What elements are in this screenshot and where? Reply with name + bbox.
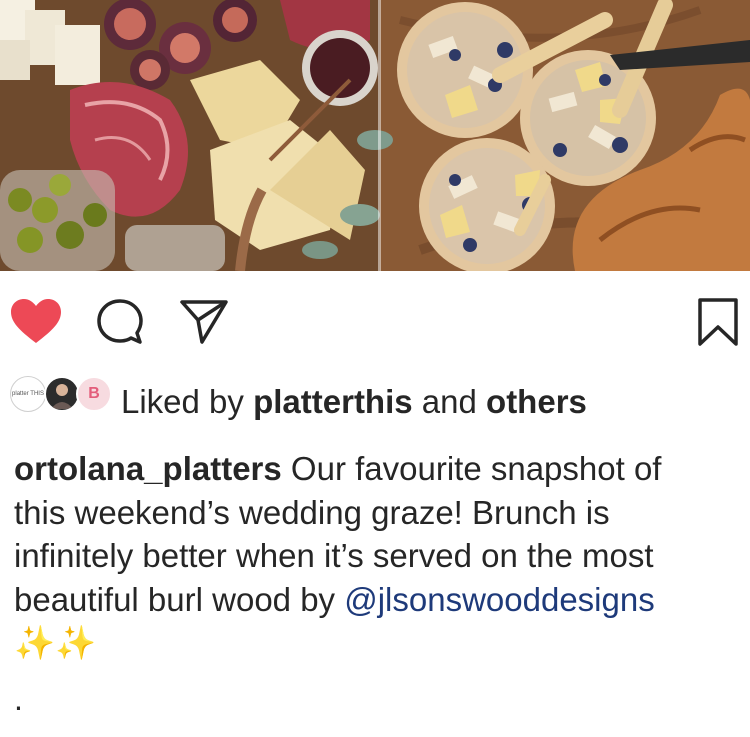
post-photo[interactable]: [0, 0, 750, 271]
avatar-label: B: [88, 385, 100, 402]
post-caption: ortolana_platters Our favourite snapshot…: [14, 447, 714, 665]
avatar[interactable]: B: [76, 376, 112, 412]
liked-by-prefix: Liked by: [121, 383, 244, 420]
send-icon: [180, 300, 228, 344]
avatar[interactable]: platter THIS: [10, 376, 46, 412]
comment-icon: [97, 299, 143, 344]
caption-username[interactable]: ortolana_platters: [14, 450, 282, 487]
avatar-label: platter THIS: [12, 390, 44, 397]
liked-by-others-link[interactable]: others: [486, 383, 587, 420]
post-action-bar: [0, 271, 750, 367]
avatar[interactable]: [44, 376, 80, 412]
charcuterie-photo-image: [0, 0, 750, 271]
comment-button[interactable]: [92, 297, 148, 347]
liked-by-joiner: and: [421, 383, 477, 420]
liked-by-text: Liked by platterthis and others: [121, 384, 587, 420]
liked-by-username[interactable]: platterthis: [253, 383, 413, 420]
likes-summary: platter THIS B Liked by platterthis and …: [0, 368, 750, 434]
heart-icon: [11, 299, 61, 343]
bookmark-icon: [698, 298, 738, 346]
sparkles-emoji: ✨✨: [14, 624, 97, 661]
save-button[interactable]: [690, 297, 746, 347]
caption-trailing-dot: .: [14, 681, 23, 717]
share-button[interactable]: [176, 297, 232, 347]
caption-mention[interactable]: @jlsonswooddesigns: [344, 581, 655, 618]
person-icon: [51, 384, 73, 409]
like-button[interactable]: [8, 297, 64, 347]
liker-avatars[interactable]: platter THIS B: [10, 376, 112, 416]
